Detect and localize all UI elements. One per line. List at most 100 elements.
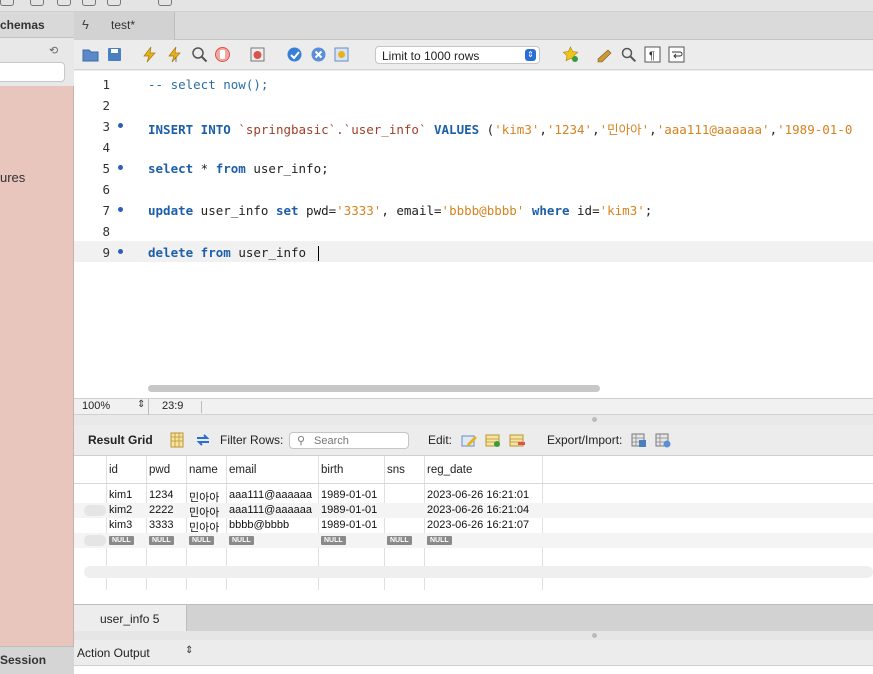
insert-row-icon[interactable]	[485, 432, 501, 448]
filter-rows-search[interactable]: ⚲	[289, 432, 409, 449]
filter-rows-input[interactable]	[314, 434, 404, 447]
column-header[interactable]: reg_date	[427, 464, 472, 479]
tool-icon[interactable]	[30, 0, 44, 6]
table-row[interactable]: kim3 3333 민아아 bbbb@bbbb 1989-01-01 2023-…	[74, 518, 873, 534]
cell-birth[interactable]: 1989-01-01	[321, 504, 377, 519]
cell-name[interactable]: 민아아	[189, 504, 219, 519]
null-badge[interactable]: NULL	[387, 536, 412, 545]
statement-marker	[118, 165, 123, 170]
code-plain: ,	[539, 122, 547, 137]
cell-reg-date[interactable]: 2023-06-26 16:21:07	[427, 519, 529, 534]
tab-test[interactable]: ϟ test*	[74, 12, 175, 40]
cell-id[interactable]: kim3	[109, 519, 132, 534]
column-header[interactable]: birth	[321, 464, 343, 479]
cell-email[interactable]: aaa111@aaaaaa	[229, 489, 312, 504]
toggle-error-icon[interactable]	[249, 46, 266, 63]
result-grid[interactable]: id pwd name email birth sns reg_date kim…	[74, 456, 873, 604]
sidebar-item-procedures[interactable]: ures	[0, 170, 25, 185]
execute-current-icon[interactable]: I	[166, 46, 183, 63]
grid-view-icon[interactable]	[169, 432, 185, 448]
null-badge[interactable]: NULL	[321, 536, 346, 545]
cell-id[interactable]: kim2	[109, 504, 132, 519]
panel-splitter[interactable]	[74, 415, 873, 425]
schema-filter-input[interactable]	[0, 62, 65, 82]
cell-email[interactable]: bbbb@bbbb	[229, 519, 289, 534]
tool-icon[interactable]	[0, 0, 14, 6]
code-plain: user_info	[230, 245, 314, 260]
statement-marker	[118, 207, 123, 212]
line-number: 3	[102, 119, 110, 134]
panel-splitter[interactable]	[74, 631, 873, 640]
tool-icon[interactable]	[107, 0, 121, 6]
sidebar-session-tab[interactable]: Session	[0, 646, 74, 674]
workbench-window: chemas ⟲ ures Session ϟ test* I Limit to…	[0, 0, 873, 674]
sql-editor[interactable]: 1 -- select now(); 2 3 INSERT INTO `spri…	[74, 71, 873, 398]
autocommit-icon[interactable]	[333, 46, 350, 63]
export-icon[interactable]	[631, 432, 647, 448]
table-row[interactable]: kim1 1234 민아아 aaa111@aaaaaa 1989-01-01 2…	[74, 488, 873, 504]
rollback-icon[interactable]	[310, 46, 327, 63]
execute-icon[interactable]	[141, 46, 158, 63]
cell-reg-date[interactable]: 2023-06-26 16:21:01	[427, 489, 529, 504]
horizontal-scrollbar[interactable]	[148, 385, 600, 392]
edit-row-icon[interactable]	[461, 432, 477, 448]
tool-icon[interactable]	[158, 0, 172, 6]
cell-birth[interactable]: 1989-01-01	[321, 489, 377, 504]
search-icon: ⚲	[297, 435, 306, 447]
null-badge[interactable]: NULL	[189, 536, 214, 545]
cell-pwd[interactable]: 1234	[149, 489, 173, 504]
column-header[interactable]: email	[229, 464, 256, 479]
cell-email[interactable]: aaa111@aaaaaa	[229, 504, 312, 519]
zoom-select[interactable]: 100% ⇕	[74, 399, 149, 415]
splitter-grip[interactable]	[592, 417, 597, 422]
lightning-icon: ϟ	[82, 17, 89, 32]
code-line: 2	[74, 94, 873, 115]
cell-id[interactable]: kim1	[109, 489, 132, 504]
beautify-icon[interactable]	[596, 46, 613, 63]
tool-icon[interactable]	[57, 0, 71, 6]
table-row[interactable]: kim2 2222 민아아 aaa111@aaaaaa 1989-01-01 2…	[74, 503, 873, 519]
stop-icon[interactable]	[214, 46, 231, 63]
tab-user-info-5[interactable]: user_info 5	[74, 605, 187, 632]
refresh-icon[interactable]: ⟲	[49, 44, 58, 57]
cell-name[interactable]: 민아아	[189, 489, 219, 504]
null-badge[interactable]: NULL	[109, 536, 134, 545]
table-row-new[interactable]: NULL NULL NULL NULL NULL NULL NULL	[74, 533, 873, 548]
result-grid-label[interactable]: Result Grid	[88, 433, 153, 447]
save-icon[interactable]	[106, 46, 123, 63]
editor-status-bar: 100% ⇕ 23:9	[74, 398, 873, 415]
cell-reg-date[interactable]: 2023-06-26 16:21:04	[427, 504, 529, 519]
column-header[interactable]: pwd	[149, 464, 170, 479]
column-header[interactable]: id	[109, 464, 118, 479]
action-output-select[interactable]: Action Output ⇕	[74, 640, 873, 666]
refresh-results-icon[interactable]	[195, 432, 211, 448]
invisible-chars-icon[interactable]: ¶	[644, 46, 661, 63]
open-folder-icon[interactable]	[82, 46, 99, 63]
null-badge[interactable]: NULL	[427, 536, 452, 545]
import-icon[interactable]	[655, 432, 671, 448]
splitter-grip[interactable]	[592, 633, 597, 638]
tool-icon[interactable]	[82, 0, 96, 6]
delete-row-icon[interactable]	[509, 432, 525, 448]
cell-pwd[interactable]: 3333	[149, 519, 173, 534]
cell-birth[interactable]: 1989-01-01	[321, 519, 377, 534]
code-keyword: delete	[148, 245, 194, 260]
code-string: 'aaa111@aaaaaa'	[656, 122, 770, 137]
explain-icon[interactable]	[191, 46, 208, 63]
column-header[interactable]: name	[189, 464, 218, 479]
grid-header: id pwd name email birth sns reg_date	[74, 456, 873, 484]
row-indicator	[84, 505, 106, 516]
edit-label: Edit:	[428, 433, 453, 447]
commit-icon[interactable]	[286, 46, 303, 63]
cell-name[interactable]: 민아아	[189, 519, 219, 534]
wrap-lines-icon[interactable]	[668, 46, 685, 63]
cell-pwd[interactable]: 2222	[149, 504, 173, 519]
add-snippet-icon[interactable]	[562, 46, 579, 63]
null-badge[interactable]: NULL	[149, 536, 174, 545]
code-line: 7 update user_info set pwd='3333', email…	[74, 199, 873, 220]
limit-rows-select[interactable]: Limit to 1000 rows ⇕	[375, 46, 540, 64]
column-header[interactable]: sns	[387, 464, 405, 479]
find-icon[interactable]	[620, 46, 637, 63]
null-badge[interactable]: NULL	[229, 536, 254, 545]
line-number: 4	[102, 140, 110, 155]
